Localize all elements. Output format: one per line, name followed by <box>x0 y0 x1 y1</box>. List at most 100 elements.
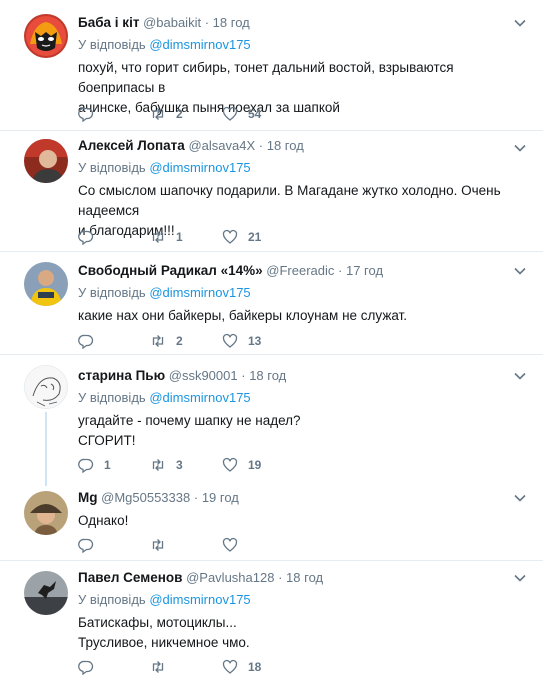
like-count: 13 <box>248 334 262 348</box>
timestamp[interactable]: 17 год <box>346 263 383 278</box>
user-handle[interactable]: @ssk90001 <box>169 368 238 383</box>
action-bar: 1 3 19 <box>78 456 294 474</box>
avatar-person-image <box>24 491 68 535</box>
tweet-header: Свободный Радикал «14%» @Freeradic · 17 … <box>78 262 523 280</box>
display-name[interactable]: старина Пью <box>78 368 165 383</box>
tweet-text: какие нах они байкеры, байкеры клоунам н… <box>78 306 523 326</box>
retweet-button[interactable]: 1 <box>150 228 222 246</box>
display-name[interactable]: Павел Семенов <box>78 570 182 585</box>
reply-prefix: У відповідь <box>78 390 146 405</box>
retweet-button[interactable]: 2 <box>150 332 222 350</box>
timestamp[interactable]: 19 год <box>202 490 239 505</box>
tweet-text-line: какие нах они байкеры, байкеры клоунам н… <box>78 308 407 323</box>
like-icon <box>222 106 238 121</box>
reply-button[interactable] <box>78 228 150 246</box>
avatar-silhouette-image <box>24 571 68 615</box>
display-name[interactable]: Свободный Радикал «14%» <box>78 263 263 278</box>
like-button[interactable]: 21 <box>222 228 294 246</box>
reply-context: У відповідь @dimsmirnov175 <box>78 284 523 302</box>
avatar[interactable] <box>24 491 68 535</box>
tweet-header: Mg @Mg50553338 · 19 год <box>78 489 523 507</box>
avatar-sketch-image <box>25 366 67 408</box>
avatar[interactable] <box>24 365 68 409</box>
separator-dot: · <box>204 15 210 30</box>
action-bar: 2 13 <box>78 332 294 350</box>
user-handle[interactable]: @Pavlusha128 <box>186 570 274 585</box>
chevron-down-icon[interactable] <box>513 16 527 30</box>
like-button[interactable]: 18 <box>222 658 294 676</box>
tweet[interactable]: Mg @Mg50553338 · 19 год Однако! <box>0 483 543 559</box>
avatar[interactable] <box>24 262 68 306</box>
reply-button[interactable] <box>78 332 150 350</box>
retweet-button[interactable]: 2 <box>150 105 222 123</box>
tweet-text: угадайте - почему шапку не надел? СГОРИТ… <box>78 411 523 451</box>
user-handle[interactable]: @alsava4X <box>188 138 255 153</box>
reply-icon <box>78 334 94 349</box>
tweet[interactable]: Свободный Радикал «14%» @Freeradic · 17 … <box>0 252 543 354</box>
timestamp[interactable]: 18 год <box>267 138 304 153</box>
chevron-down-icon[interactable] <box>513 571 527 585</box>
reply-prefix: У відповідь <box>78 592 146 607</box>
reply-button[interactable] <box>78 536 150 554</box>
like-button[interactable]: 54 <box>222 105 294 123</box>
user-handle[interactable]: @Freeradic <box>266 263 334 278</box>
reply-button[interactable]: 1 <box>78 456 150 474</box>
reply-button[interactable] <box>78 658 150 676</box>
avatar[interactable] <box>24 139 68 183</box>
separator-dot: · <box>241 368 246 383</box>
separator-dot: · <box>258 138 264 153</box>
separator-dot: · <box>338 263 343 278</box>
chevron-down-icon[interactable] <box>513 491 527 505</box>
retweet-icon <box>152 539 164 551</box>
reply-button[interactable] <box>78 105 150 123</box>
reply-mention[interactable]: @dimsmirnov175 <box>149 285 250 300</box>
like-icon <box>222 457 238 472</box>
retweet-button[interactable]: 3 <box>150 456 222 474</box>
like-count: 21 <box>248 230 262 244</box>
reply-mention[interactable]: @dimsmirnov175 <box>149 592 250 607</box>
avatar[interactable] <box>24 14 68 58</box>
like-count: 18 <box>248 660 262 674</box>
like-count: 54 <box>248 107 262 121</box>
reply-mention[interactable]: @dimsmirnov175 <box>149 37 250 52</box>
like-button[interactable]: 13 <box>222 332 294 350</box>
tweet[interactable]: старина Пью @ssk90001 · 18 год У відпові… <box>0 355 543 483</box>
action-bar <box>78 536 294 554</box>
display-name[interactable]: Баба і кіт <box>78 15 139 30</box>
tweet-header: Алексей Лопата @alsava4X · 18 год <box>78 137 523 155</box>
like-icon <box>222 659 238 674</box>
avatar-person-image <box>24 139 68 183</box>
like-button[interactable] <box>222 536 294 554</box>
display-name[interactable]: Mg <box>78 490 98 505</box>
retweet-button[interactable] <box>150 536 222 554</box>
like-icon <box>222 229 238 244</box>
tweet-text-line: Трусливое, никчемное чмо. <box>78 635 250 650</box>
timestamp[interactable]: 18 год <box>213 15 250 30</box>
retweet-count: 2 <box>176 334 183 348</box>
tweet[interactable]: Баба і кіт @babaikit · 18 год У відповід… <box>0 0 543 130</box>
reply-icon <box>78 107 94 122</box>
like-icon <box>222 333 238 348</box>
user-handle[interactable]: @babaikit <box>143 15 201 30</box>
tweet-text-line: СГОРИТ! <box>78 433 136 448</box>
user-handle[interactable]: @Mg50553338 <box>101 490 190 505</box>
timestamp[interactable]: 18 год <box>249 368 286 383</box>
reply-icon <box>78 230 94 245</box>
avatar[interactable] <box>24 571 68 615</box>
tweet[interactable]: Павел Семенов @Pavlusha128 · 18 год У ві… <box>0 561 543 687</box>
display-name[interactable]: Алексей Лопата <box>78 138 185 153</box>
reply-prefix: У відповідь <box>78 160 146 175</box>
chevron-down-icon[interactable] <box>513 264 527 278</box>
reply-mention[interactable]: @dimsmirnov175 <box>149 160 250 175</box>
tweet[interactable]: Алексей Лопата @alsava4X · 18 год У відп… <box>0 131 543 251</box>
reply-icon <box>78 660 94 675</box>
like-button[interactable]: 19 <box>222 456 294 474</box>
reply-mention[interactable]: @dimsmirnov175 <box>149 390 250 405</box>
tweet-header: Баба і кіт @babaikit · 18 год <box>78 14 523 32</box>
chevron-down-icon[interactable] <box>513 141 527 155</box>
chevron-down-icon[interactable] <box>513 369 527 383</box>
tweet-header: Павел Семенов @Pavlusha128 · 18 год <box>78 569 523 587</box>
reply-context: У відповідь @dimsmirnov175 <box>78 159 523 177</box>
retweet-button[interactable] <box>150 658 222 676</box>
timestamp[interactable]: 18 год <box>286 570 323 585</box>
